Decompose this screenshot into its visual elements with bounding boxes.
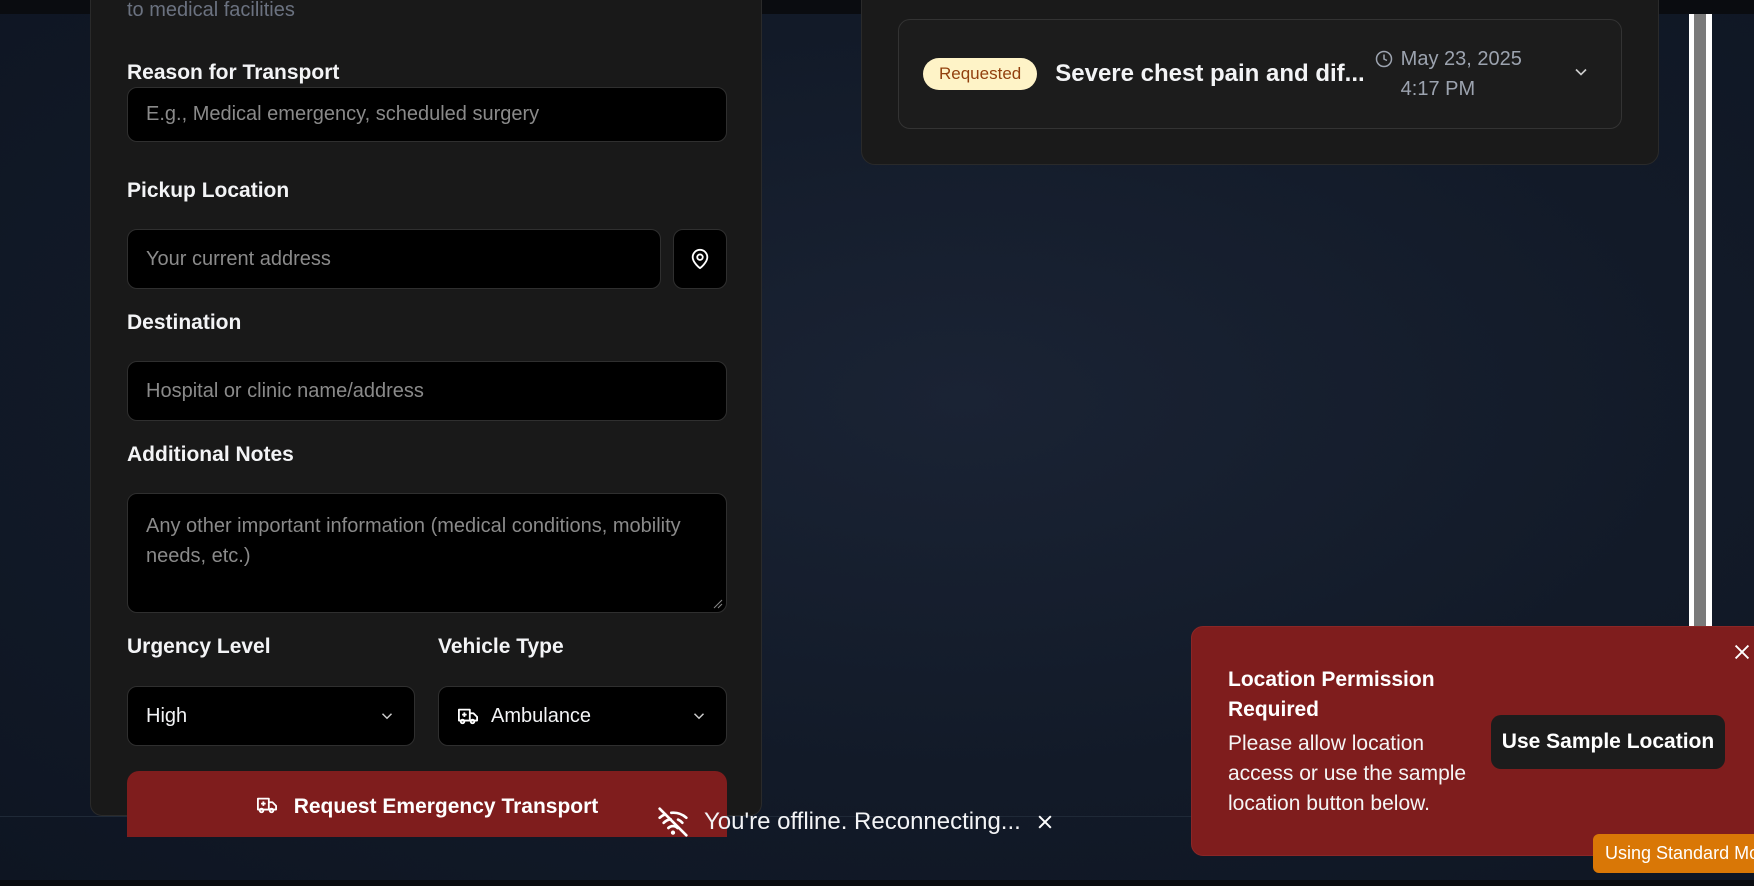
- ambulance-icon: [457, 708, 478, 725]
- resize-grip-icon[interactable]: [713, 599, 723, 609]
- offline-text: You're offline. Reconnecting...: [704, 808, 1021, 835]
- notes-placeholder: Any other important information (medical…: [146, 515, 681, 567]
- chevron-down-icon: [693, 713, 705, 720]
- reason-input[interactable]: E.g., Medical emergency, scheduled surge…: [127, 87, 727, 142]
- urgency-value: High: [146, 704, 188, 727]
- scrollbar[interactable]: [1689, 14, 1712, 626]
- pickup-input[interactable]: Your current address: [127, 229, 661, 289]
- urgency-label: Urgency Level: [127, 635, 271, 658]
- chevron-down-icon: [381, 713, 393, 720]
- window-bottom-bar: [0, 880, 1754, 886]
- scrollbar-thumb[interactable]: [1694, 14, 1706, 626]
- status-badge: Requested: [923, 58, 1038, 90]
- destination-label: Destination: [127, 311, 242, 334]
- request-transport-label: Request Emergency Transport: [293, 795, 599, 818]
- notes-textarea[interactable]: Any other important information (medical…: [127, 493, 727, 613]
- offline-banner: You're offline. Reconnecting...: [656, 800, 1055, 844]
- requests-panel: Requested Severe chest pain and dif... M…: [861, 0, 1659, 165]
- clock-icon: [1375, 50, 1392, 68]
- vehicle-label: Vehicle Type: [438, 635, 564, 658]
- vehicle-value: Ambulance: [491, 704, 592, 727]
- request-transport-button[interactable]: Request Emergency Transport: [127, 771, 727, 837]
- use-sample-location-button[interactable]: Use Sample Location: [1491, 715, 1725, 769]
- request-item[interactable]: Requested Severe chest pain and dif... M…: [898, 19, 1622, 129]
- destination-placeholder: Hospital or clinic name/address: [146, 379, 424, 402]
- reason-label: Reason for Transport: [127, 61, 340, 84]
- request-time-text: May 23, 2025 4:17 PM: [1400, 48, 1522, 100]
- transport-request-form: to medical facilities Reason for Transpo…: [90, 0, 762, 837]
- close-icon[interactable]: [1035, 812, 1055, 832]
- mode-badge: Using Standard Mo: [1593, 834, 1754, 873]
- form-subtitle: to medical facilities: [127, 0, 295, 21]
- request-title: Severe chest pain and dif...: [1055, 60, 1365, 87]
- use-my-location-button[interactable]: [673, 229, 727, 289]
- toast-body: Please allow location access or use the …: [1228, 732, 1467, 815]
- chevron-down-icon: [1575, 68, 1587, 76]
- pickup-placeholder: Your current address: [146, 247, 331, 270]
- request-timestamp: May 23, 2025 4:17 PM: [1375, 44, 1555, 104]
- notes-label: Additional Notes: [127, 443, 294, 466]
- expand-request-button[interactable]: [1571, 62, 1591, 87]
- ambulance-icon: [256, 797, 277, 814]
- urgency-select[interactable]: High: [127, 686, 415, 746]
- pickup-label: Pickup Location: [127, 179, 290, 202]
- reason-placeholder: E.g., Medical emergency, scheduled surge…: [146, 103, 540, 125]
- toast-title: Location Permission Required: [1228, 668, 1435, 721]
- close-icon[interactable]: [1731, 641, 1753, 663]
- location-permission-toast: Location Permission Required Please allo…: [1191, 626, 1754, 856]
- wifi-off-icon: [658, 807, 688, 837]
- map-pin-icon: [691, 248, 709, 270]
- vehicle-select[interactable]: Ambulance: [438, 686, 727, 746]
- destination-input[interactable]: Hospital or clinic name/address: [127, 361, 727, 421]
